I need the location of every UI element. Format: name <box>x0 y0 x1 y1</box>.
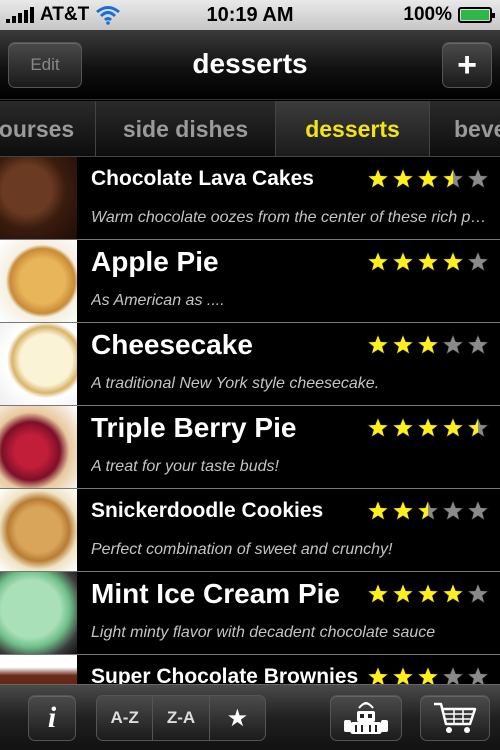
star-empty-icon <box>441 499 465 522</box>
star-filled-icon <box>416 582 440 605</box>
star-empty-icon <box>466 250 490 273</box>
recipe-title: Snickerdoodle Cookies <box>91 499 324 522</box>
recipe-row[interactable]: Cheesecake A traditional New York style … <box>0 323 500 406</box>
recipe-row[interactable]: Triple Berry Pie A treat for your taste … <box>0 406 500 489</box>
cart-button[interactable] <box>420 695 490 741</box>
recipe-row[interactable]: Apple Pie As American as .... <box>0 240 500 323</box>
tab-beverages[interactable]: beve <box>430 101 500 156</box>
rating-stars <box>366 499 490 523</box>
star-filled-icon <box>366 582 390 605</box>
star-empty-icon <box>441 665 465 684</box>
star-half-icon <box>441 167 465 190</box>
rating-stars <box>366 416 490 440</box>
recipe-title: Triple Berry Pie <box>91 412 297 443</box>
star-filled-icon <box>366 665 390 684</box>
rating-stars <box>366 250 490 274</box>
rating-stars <box>366 333 490 357</box>
recipe-list: Chocolate Lava Cakes Warm chocolate ooze… <box>0 157 500 684</box>
robot-icon <box>344 702 388 734</box>
sort-rating-button[interactable]: ★ <box>210 696 265 740</box>
star-filled-icon <box>391 665 415 684</box>
recipe-description: Light minty flavor with decadent chocola… <box>91 624 436 641</box>
recipe-title: Chocolate Lava Cakes <box>91 167 314 190</box>
star-filled-icon <box>416 250 440 273</box>
star-filled-icon <box>391 250 415 273</box>
star-filled-icon <box>416 416 440 439</box>
star-filled-icon <box>416 665 440 684</box>
star-filled-icon <box>391 499 415 522</box>
recipe-thumbnail <box>0 655 77 684</box>
battery-percent: 100% <box>403 4 452 25</box>
page-title: desserts <box>192 48 308 79</box>
star-filled-icon <box>366 416 390 439</box>
add-recipe-button[interactable]: + <box>442 42 492 88</box>
recipe-thumbnail <box>0 489 77 571</box>
recipe-row[interactable]: Chocolate Lava Cakes Warm chocolate ooze… <box>0 157 500 240</box>
star-empty-icon <box>441 333 465 356</box>
sort-za-button[interactable]: Z-A <box>153 696 210 740</box>
battery-area: 100% <box>403 4 495 26</box>
star-filled-icon <box>441 416 465 439</box>
recipe-thumbnail <box>0 240 77 322</box>
recipe-thumbnail <box>0 406 77 488</box>
rating-stars <box>366 167 490 191</box>
star-filled-icon <box>366 250 390 273</box>
recipe-title: Cheesecake <box>91 329 253 360</box>
star-empty-icon <box>466 665 490 684</box>
recipe-thumbnail <box>0 323 77 405</box>
star-empty-icon <box>466 582 490 605</box>
star-empty-icon <box>466 499 490 522</box>
star-half-icon <box>466 416 490 439</box>
recipe-thumbnail <box>0 572 77 654</box>
star-empty-icon <box>466 333 490 356</box>
recipe-title: Mint Ice Cream Pie <box>91 578 340 609</box>
shopping-cart-icon <box>434 702 477 733</box>
recipe-description: A treat for your taste buds! <box>91 458 279 475</box>
star-filled-icon <box>441 250 465 273</box>
rating-stars <box>366 582 490 606</box>
star-filled-icon <box>391 167 415 190</box>
recipe-description: Warm chocolate oozes from the center of … <box>91 209 494 226</box>
category-tabs: ourses side dishes desserts beve <box>0 101 500 157</box>
battery-icon <box>458 7 495 23</box>
recipe-thumbnail <box>0 157 77 239</box>
star-filled-icon <box>441 582 465 605</box>
info-button[interactable]: i <box>28 695 76 741</box>
recipe-description: A traditional New York style cheesecake. <box>91 375 380 392</box>
star-filled-icon <box>391 333 415 356</box>
recipe-title: Super Chocolate Brownies <box>91 665 359 684</box>
rating-stars <box>366 665 490 684</box>
star-filled-icon <box>366 499 390 522</box>
recipe-description: Perfect combination of sweet and crunchy… <box>91 541 393 558</box>
recipe-description: As American as .... <box>91 292 225 309</box>
recipe-row[interactable]: Snickerdoodle Cookies Perfect combinatio… <box>0 489 500 572</box>
sort-az-button[interactable]: A-Z <box>97 696 154 740</box>
navigation-bar: Edit desserts + <box>0 30 500 100</box>
recipe-row[interactable]: Super Chocolate Brownies <box>0 655 500 684</box>
star-half-icon <box>416 499 440 522</box>
star-filled-icon <box>416 333 440 356</box>
bottom-toolbar: i A-Z Z-A ★ <box>0 684 500 750</box>
star-filled-icon <box>391 582 415 605</box>
status-bar: AT&T 10:19 AM 100% <box>0 0 500 30</box>
tab-courses[interactable]: ourses <box>0 101 96 156</box>
robot-button[interactable] <box>330 695 402 741</box>
tab-desserts[interactable]: desserts <box>276 101 430 156</box>
recipe-row[interactable]: Mint Ice Cream Pie Light minty flavor wi… <box>0 572 500 655</box>
tab-side-dishes[interactable]: side dishes <box>96 101 276 156</box>
sort-control: A-Z Z-A ★ <box>96 695 266 741</box>
star-filled-icon <box>366 333 390 356</box>
star-empty-icon <box>466 167 490 190</box>
recipe-title: Apple Pie <box>91 246 219 277</box>
star-filled-icon <box>416 167 440 190</box>
star-filled-icon <box>391 416 415 439</box>
star-filled-icon <box>366 167 390 190</box>
